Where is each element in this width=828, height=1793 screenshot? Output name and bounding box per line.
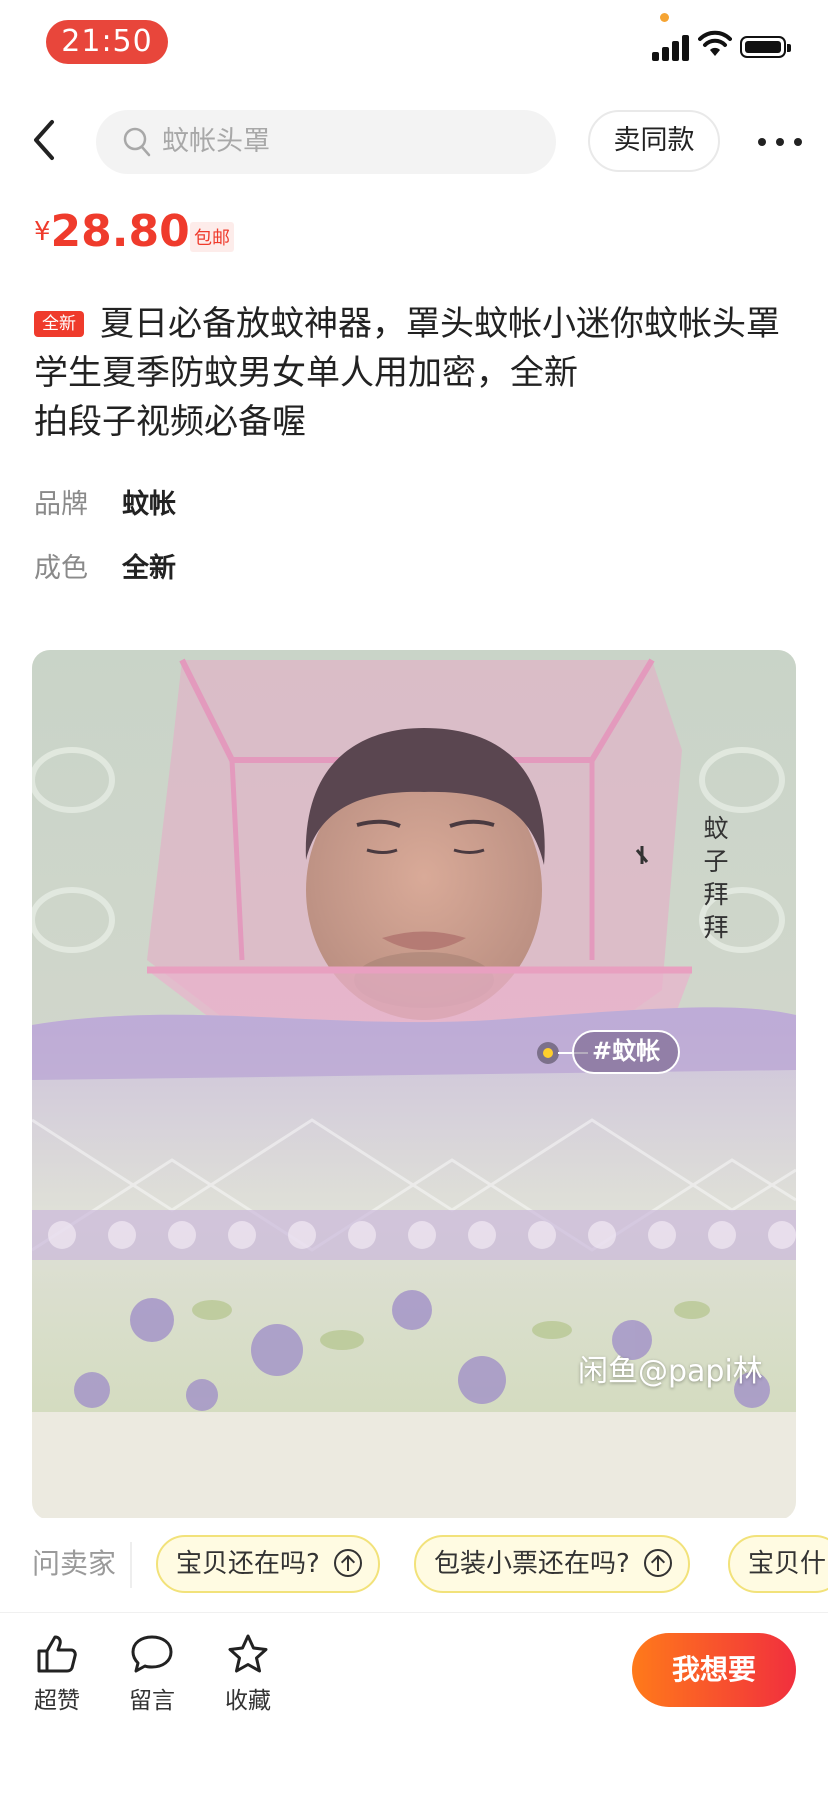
thumbs-up-icon: [37, 1635, 77, 1673]
like-label: 超赞: [34, 1688, 80, 1714]
caption-char: 子: [703, 847, 729, 876]
divider: [130, 1542, 132, 1588]
tag-anchor-dot: [537, 1042, 559, 1064]
sell-same-button[interactable]: 卖同款: [588, 110, 720, 172]
attribute-row-brand: 品牌 蚊帐: [34, 482, 176, 521]
product-title-line2: 拍段子视频必备喔: [34, 402, 306, 442]
comment-icon: [131, 1635, 173, 1673]
battery-icon: [740, 36, 791, 58]
search-icon: [123, 127, 151, 157]
attribute-key: 成色: [34, 553, 88, 584]
product-price: ¥28.80: [34, 206, 190, 257]
ask-seller-label: 问卖家: [32, 1547, 117, 1580]
product-title-text: 夏日必备放蚊神器，罩头蚊帐小迷你蚊帐头罩学生夏季防蚊男女单人用加密，全新: [34, 304, 780, 393]
top-nav-bar: 蚊帐头罩 卖同款: [0, 100, 828, 180]
photo-watermark: 闲鱼@papi林: [578, 1354, 763, 1389]
product-photo[interactable]: 蚊 子 拜 拜 #蚊帐 闲鱼@papi林: [32, 650, 796, 1520]
chip-label: 包装小票还在吗?: [434, 1549, 630, 1579]
attribute-row-condition: 成色 全新: [34, 546, 176, 585]
quick-question-chip[interactable]: 宝贝什: [728, 1535, 828, 1593]
quick-question-chip[interactable]: 包装小票还在吗?: [414, 1535, 690, 1593]
quick-question-chip[interactable]: 宝贝还在吗?: [156, 1535, 380, 1593]
back-arrow-icon[interactable]: [30, 118, 60, 162]
free-shipping-badge: 包邮: [190, 222, 234, 252]
search-placeholder: 蚊帐头罩: [162, 126, 270, 157]
cellular-signal-icon: [652, 33, 692, 61]
favorite-button[interactable]: 收藏: [213, 1633, 283, 1715]
bottom-action-bar: 超赞 留言 收藏 我想要: [0, 1612, 828, 1793]
product-title: 全新 夏日必备放蚊神器，罩头蚊帐小迷你蚊帐头罩学生夏季防蚊男女单人用加密，全新 拍…: [34, 300, 796, 447]
want-button[interactable]: 我想要: [632, 1633, 796, 1707]
privacy-indicator-dot: [660, 13, 669, 22]
condition-badge: 全新: [34, 311, 84, 337]
caption-char: 拜: [703, 913, 729, 942]
photo-tag[interactable]: #蚊帐: [572, 1030, 681, 1074]
chip-label: 宝贝还在吗?: [176, 1549, 320, 1579]
status-bar: 21:50: [0, 0, 828, 90]
product-image: [32, 650, 796, 1412]
comment-label: 留言: [129, 1688, 175, 1714]
search-bar[interactable]: 蚊帐头罩: [96, 110, 556, 174]
wifi-icon: [698, 30, 732, 56]
caption-char: 蚊: [703, 814, 729, 843]
currency-symbol: ¥: [34, 217, 51, 247]
comment-button[interactable]: 留言: [117, 1633, 187, 1715]
attribute-value: 全新: [122, 553, 176, 584]
caption-char: 拜: [703, 880, 729, 909]
quick-question-bar: 问卖家 宝贝还在吗? 包装小票还在吗? 宝贝什: [0, 1518, 828, 1610]
send-up-icon: [333, 1549, 362, 1577]
more-options-icon[interactable]: [758, 138, 802, 146]
chip-label: 宝贝什: [748, 1549, 827, 1579]
status-time: 21:50: [46, 20, 168, 64]
send-up-icon: [643, 1549, 672, 1577]
star-icon: [228, 1634, 268, 1673]
like-button[interactable]: 超赞: [22, 1633, 92, 1715]
attribute-value: 蚊帐: [122, 489, 176, 520]
favorite-label: 收藏: [225, 1688, 271, 1714]
price-value: 28.80: [50, 206, 190, 257]
attribute-key: 品牌: [34, 489, 88, 520]
vertical-caption: 蚊 子 拜 拜: [696, 812, 736, 944]
